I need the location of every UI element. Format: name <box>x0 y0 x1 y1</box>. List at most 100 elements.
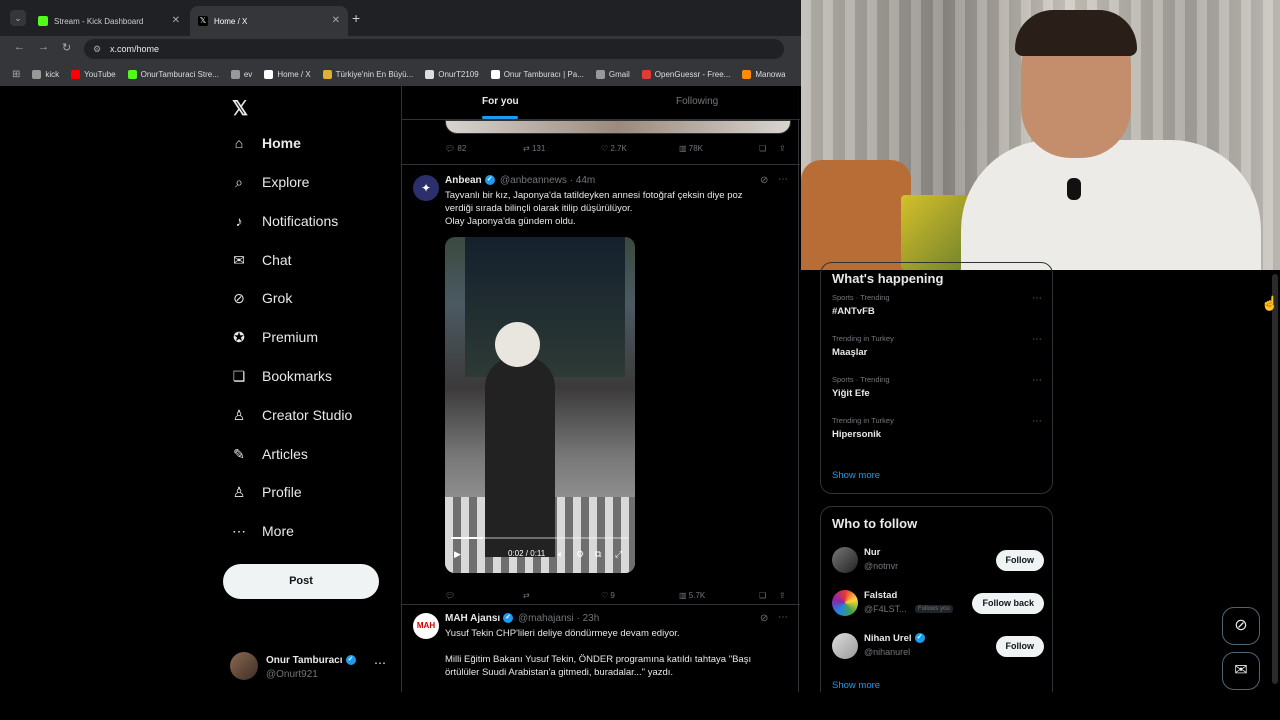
nav-item-chat[interactable]: ✉ Chat <box>230 245 291 275</box>
nav-item-notifications[interactable]: ♪ Notifications <box>230 206 339 236</box>
follows-you-badge: Follows you <box>915 605 953 613</box>
like-button[interactable]: ♡ 2.7K <box>601 144 627 153</box>
close-tab-icon[interactable]: ✕ <box>172 15 180 26</box>
post-button[interactable]: Post <box>223 564 379 599</box>
bookmark-item[interactable]: OnurTamburaci Stre... <box>127 69 219 79</box>
bookmark-item[interactable]: Türkiye'nin En Büyü... <box>322 69 413 79</box>
avatar[interactable] <box>832 547 858 573</box>
more-icon[interactable]: ⋯ <box>1032 334 1042 345</box>
bookmark-item[interactable]: Home / X <box>264 69 311 79</box>
nav-item-home[interactable]: ⌂ Home <box>230 128 301 158</box>
messages-icon[interactable]: ✉ <box>1222 652 1260 690</box>
grok-icon[interactable]: ⊘ <box>760 175 768 186</box>
tweet[interactable]: ✦ Anbean ✓ @anbeannews · 44m ⊘ ⋯ Tayvanlı… <box>402 164 800 604</box>
user-name[interactable]: Falstad <box>864 590 897 601</box>
settings-icon[interactable]: ⚙ <box>576 549 584 560</box>
site-info-icon[interactable]: ⚙ <box>93 39 101 59</box>
tweet[interactable]: MAH MAH Ajansı ✓ @mahajansi · 23h ⊘ ⋯ Yus… <box>402 604 800 692</box>
follow-button[interactable]: Follow back <box>972 593 1044 614</box>
bookmark-item[interactable]: kick <box>32 69 59 79</box>
tab-home-x[interactable]: 𝕏 Home / X ✕ <box>190 6 348 36</box>
verified-icon: ✓ <box>503 613 514 624</box>
reply-button[interactable]: 💬︎ 82 <box>445 144 466 153</box>
follow-suggestion[interactable]: Nihan Urel ✓ @nihanurel Follow <box>832 631 1044 663</box>
bookmark-item[interactable]: OpenGuessr - Free... <box>641 69 730 79</box>
views-button[interactable]: ▥ 5.7K <box>679 591 705 600</box>
close-tab-icon[interactable]: ✕ <box>332 15 340 26</box>
apps-icon[interactable]: ⊞ <box>12 69 20 80</box>
follow-button[interactable]: Follow <box>995 550 1044 571</box>
grok-icon[interactable]: ⊘ <box>760 613 768 624</box>
avatar[interactable] <box>832 590 858 616</box>
previous-tweet-media[interactable] <box>445 120 791 134</box>
bookmark-item[interactable]: Gmail <box>595 69 630 79</box>
fullscreen-icon[interactable]: ⤢ <box>615 549 622 560</box>
scrollbar[interactable] <box>1272 270 1278 692</box>
repost-button[interactable]: ⇄ <box>523 591 530 600</box>
views-button[interactable]: ▥ 78K <box>679 144 703 153</box>
forward-icon[interactable]: → <box>38 41 49 53</box>
nav-item-premium[interactable]: ✪ Premium <box>230 322 318 352</box>
more-icon[interactable]: ⋯ <box>374 656 386 670</box>
more-icon[interactable]: ⋯ <box>778 174 788 185</box>
bookmark-item[interactable]: Onur Tamburacı | Pa... <box>490 69 584 79</box>
follow-suggestion[interactable]: Falstad @F4LST... Follows you Follow back <box>832 588 1044 620</box>
address-bar[interactable]: ⚙ x.com/home <box>84 39 784 59</box>
trend-item[interactable]: Sports · Trending #ANTvFB ⋯ <box>832 293 1042 327</box>
tweet-video[interactable]: ▶ 0:02 / 0:11 🔈︎ ⚙ ⧉ ⤢ <box>445 237 635 573</box>
volume-icon[interactable]: 🔈︎ <box>558 549 563 560</box>
show-more-link[interactable]: Show more <box>832 470 880 481</box>
back-icon[interactable]: ← <box>14 41 25 53</box>
nav-item-creator-studio[interactable]: ♙ Creator Studio <box>230 400 353 430</box>
show-more-link[interactable]: Show more <box>832 680 880 691</box>
nav-item-bookmarks[interactable]: ❏ Bookmarks <box>230 361 332 391</box>
feed-tabs: For you Following <box>402 86 800 120</box>
follow-suggestion[interactable]: Nur @notnvr Follow <box>832 545 1044 577</box>
nav-item-grok[interactable]: ⊘ Grok <box>230 283 292 313</box>
nav-item-more[interactable]: ⋯ More <box>230 516 294 546</box>
nav-item-explore[interactable]: ⌕ Explore <box>230 167 309 197</box>
more-icon[interactable]: ⋯ <box>1032 375 1042 386</box>
grok-icon[interactable]: ⊘ <box>1222 607 1260 645</box>
tab-following[interactable]: Following <box>676 96 718 107</box>
more-icon[interactable]: ⋯ <box>1032 293 1042 304</box>
share-icon[interactable]: ⇪ <box>779 144 786 153</box>
user-name[interactable]: Nihan Urel ✓ <box>864 633 925 644</box>
tab-kick-dashboard[interactable]: Stream - Kick Dashboard ✕ <box>30 6 188 36</box>
bookmark-item[interactable]: Manowa <box>742 69 786 79</box>
share-icon[interactable]: ⇪ <box>779 591 786 600</box>
account-switcher[interactable]: Onur Tamburacı ✓ @Onurt921 ⋯ <box>230 652 400 684</box>
user-name[interactable]: Nur <box>864 547 880 558</box>
bookmark-icon[interactable]: ❏ <box>759 144 766 153</box>
nav-item-profile[interactable]: ♙ Profile <box>230 477 302 507</box>
tweet-author[interactable]: MAH Ajansı ✓ <box>445 613 514 624</box>
new-tab-icon[interactable]: + <box>352 10 360 26</box>
reload-icon[interactable]: ↻ <box>62 41 71 54</box>
bookmark-item[interactable]: YouTube <box>71 69 116 79</box>
trend-item[interactable]: Trending in Turkey Hipersonik ⋯ <box>832 416 1042 450</box>
avatar[interactable] <box>832 633 858 659</box>
more-icon[interactable]: ⋯ <box>778 612 788 623</box>
x-logo-icon[interactable]: 𝕏 <box>232 96 248 121</box>
follow-button[interactable]: Follow <box>995 636 1044 657</box>
tab-for-you[interactable]: For you <box>482 96 519 107</box>
nav-item-articles[interactable]: ✎ Articles <box>230 439 308 469</box>
bookmark-item[interactable]: OnurT2109 <box>425 69 479 79</box>
play-icon[interactable]: ▶ <box>454 549 461 560</box>
like-button[interactable]: ♡ 9 <box>601 591 615 600</box>
tweet-author[interactable]: Anbean ✓ <box>445 175 495 186</box>
avatar[interactable]: ✦ <box>413 175 439 201</box>
reply-button[interactable]: 💬︎ <box>445 591 455 600</box>
more-icon[interactable]: ⋯ <box>1032 416 1042 427</box>
pip-icon[interactable]: ⧉ <box>595 549 601 560</box>
trend-item[interactable]: Trending in Turkey Maaşlar ⋯ <box>832 334 1042 368</box>
bookmark-icon[interactable]: ❏ <box>759 591 766 600</box>
bookmark-item[interactable]: ev <box>230 69 252 79</box>
tab-search-icon[interactable]: ⌄ <box>10 10 26 26</box>
avatar[interactable]: MAH <box>413 613 439 639</box>
repost-button[interactable]: ⇄ 131 <box>523 144 545 153</box>
streamer <box>1015 10 1137 56</box>
bookmark-favicon-icon <box>264 69 274 79</box>
scrollbar-thumb[interactable] <box>1272 274 1278 684</box>
trend-item[interactable]: Sports · Trending Yiğit Efe ⋯ <box>832 375 1042 409</box>
